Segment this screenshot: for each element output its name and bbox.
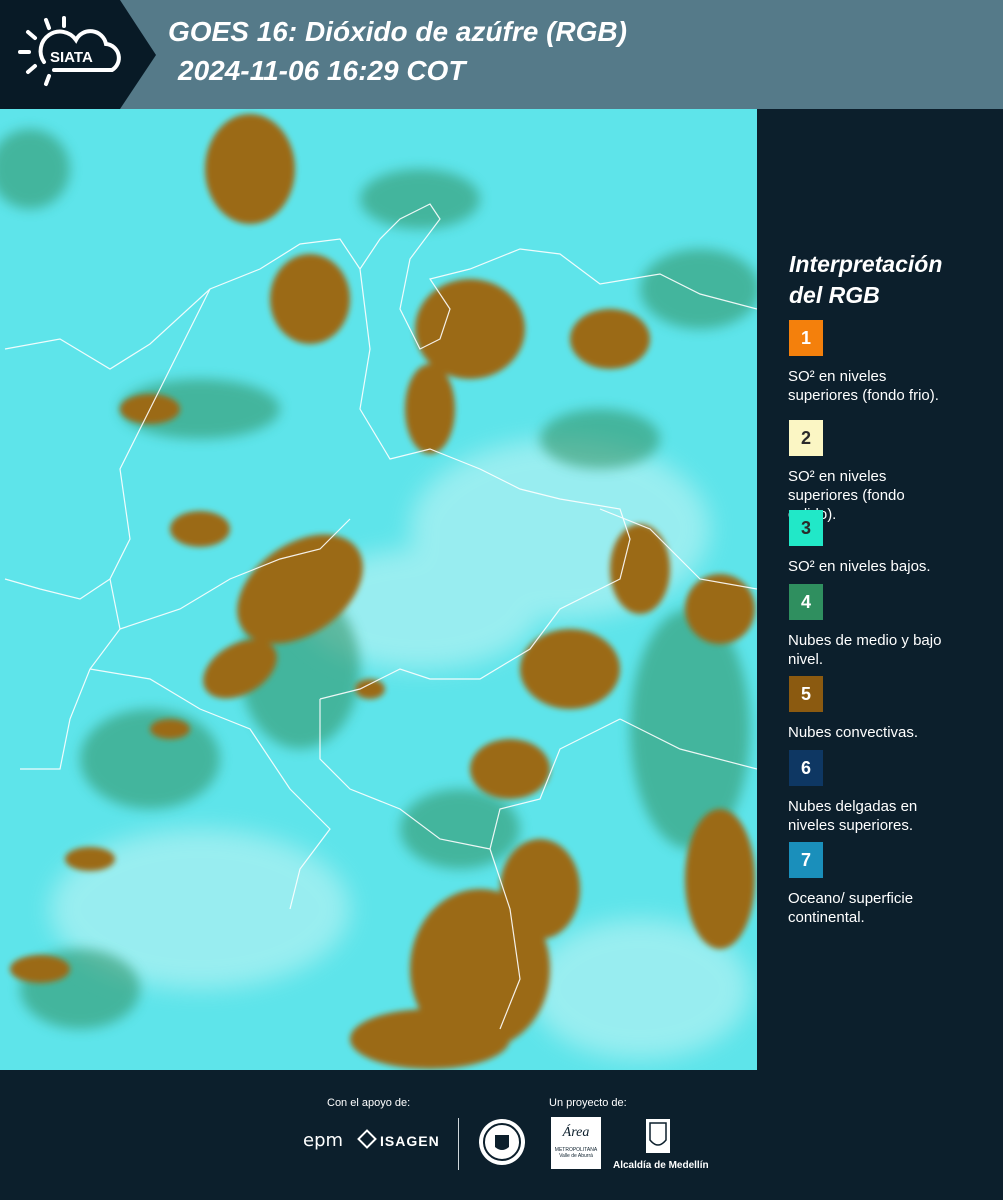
isagen-label: ISAGEN xyxy=(380,1133,440,1149)
area-metropolitana-logo: Área METROPOLITANA Valle de Aburrá xyxy=(551,1117,601,1169)
legend-label-7: Oceano/ superficie continental. xyxy=(788,889,978,927)
legend-label-2-line2: superiores (fondo xyxy=(788,487,905,504)
legend-label-5: Nubes convectivas. xyxy=(788,723,978,742)
legend-swatch-1: 1 xyxy=(789,320,823,356)
satellite-map[interactable] xyxy=(0,109,757,1070)
alcaldia-label: Alcaldía de Medellín xyxy=(613,1160,709,1171)
legend-label-4: Nubes de medio y bajo nivel. xyxy=(788,631,978,669)
page-title: GOES 16: Dióxido de azúfre (RGB) xyxy=(168,16,627,47)
isagen-logo: ISAGEN xyxy=(357,1129,440,1149)
legend-panel: Interpretación del RGB 1 SO² en niveles su… xyxy=(760,109,1003,1070)
legend-label-5-line1: Nubes convectivas. xyxy=(788,724,919,741)
project-label: Un proyecto de: xyxy=(549,1097,627,1109)
legend-swatch-6: 6 xyxy=(789,750,823,786)
medellin-seal-icon xyxy=(479,1119,525,1165)
timestamp: 2024-11-06 16:29 COT xyxy=(178,55,466,86)
legend-label-1: SO² en niveles superiores (fondo frio). xyxy=(788,367,978,405)
svg-text:SIATA: SIATA xyxy=(50,49,93,66)
legend-label-1-line2: superiores (fondo frio). xyxy=(788,387,939,404)
legend-label-4-line2: nivel. xyxy=(788,651,824,668)
legend-swatch-5: 5 xyxy=(789,676,823,712)
support-label: Con el apoyo de: xyxy=(327,1097,411,1109)
legend-label-6-line2: niveles superiores. xyxy=(788,817,914,834)
footer-divider xyxy=(458,1118,459,1170)
legend-swatch-4: 4 xyxy=(789,584,823,620)
legend-label-3-line1: SO² en niveles bajos. xyxy=(788,558,931,575)
legend-label-2-line1: SO² en niveles xyxy=(788,468,887,485)
rgb-satellite-image xyxy=(0,109,757,1070)
legend-swatch-2: 2 xyxy=(789,420,823,456)
siata-logo: SIATA xyxy=(18,16,121,86)
area-logo-sub2: Valle de Aburrá xyxy=(559,1153,593,1159)
legend-label-1-line1: SO² en niveles xyxy=(788,368,887,385)
legend-label-7-line2: continental. xyxy=(788,909,865,926)
legend-label-7-line1: Oceano/ superficie xyxy=(788,890,914,907)
legend-label-4-line1: Nubes de medio y bajo xyxy=(788,632,942,649)
epm-logo: epm xyxy=(303,1130,344,1151)
legend-label-6-line1: Nubes delgadas en xyxy=(788,798,918,815)
legend-title: Interpretación del RGB xyxy=(789,249,989,311)
isagen-icon xyxy=(357,1129,377,1149)
legend-label-3: SO² en niveles bajos. xyxy=(788,557,978,576)
legend-label-6: Nubes delgadas en niveles superiores. xyxy=(788,797,978,835)
header: SIATA GOES 16: Dióxido de azúfre (RGB) 2… xyxy=(0,0,1003,109)
footer: Con el apoyo de: Un proyecto de: epm ISA… xyxy=(0,1070,1003,1200)
legend-title-line1: Interpretación xyxy=(789,251,943,277)
legend-swatch-3: 3 xyxy=(789,510,823,546)
legend-title-line2: del RGB xyxy=(789,282,880,308)
legend-swatch-7: 7 xyxy=(789,842,823,878)
area-logo-text: Área xyxy=(562,1125,590,1140)
alcaldia-shield-icon xyxy=(646,1119,670,1153)
